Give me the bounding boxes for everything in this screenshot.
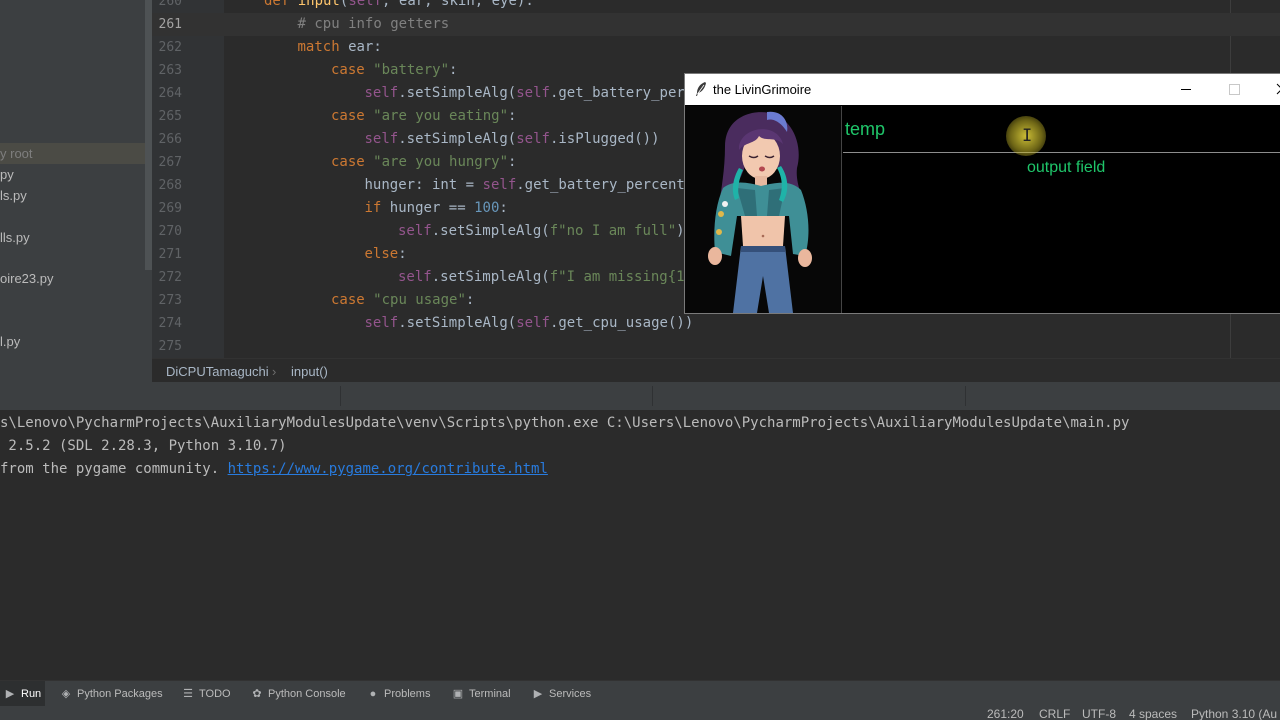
code-text: self.setSimpleAlg(f"I am missing{10	[398, 269, 694, 285]
status-bar: 261:20 CRLF UTF-8 4 spaces Python 3.10 (…	[0, 706, 1280, 720]
sidebar-scrollbar[interactable]	[145, 0, 152, 270]
maximize-icon	[1229, 84, 1240, 95]
line-number: 264	[158, 86, 182, 101]
feather-icon	[696, 82, 706, 96]
minimize-icon	[1181, 89, 1191, 90]
sidebar-item-file[interactable]: oire23.py	[0, 271, 53, 286]
tool-window-bar: ▶ Run ◈ Python Packages ☰ TODO ✿ Python Cons…	[0, 680, 1280, 707]
line-number: 266	[158, 132, 182, 147]
line-number: 273	[158, 293, 182, 308]
sidebar-item-file[interactable]: py	[0, 167, 14, 182]
line-separator[interactable]: CRLF	[1039, 707, 1070, 720]
code-line[interactable]: 260 def input(self, ear, skin, eye):	[152, 0, 1280, 13]
code-text: # cpu info getters	[297, 16, 450, 32]
maximize-button[interactable]	[1211, 74, 1257, 105]
console-line: from the pygame community. https://www.p…	[0, 461, 548, 477]
line-number: 270	[158, 224, 182, 239]
code-text: self.setSimpleAlg(f"no I am full")	[398, 223, 685, 239]
console-line: s\Lenovo\PycharmProjects\AuxiliaryModule…	[0, 415, 1130, 431]
input-text-field[interactable]: temp	[843, 106, 1280, 153]
terminal-tool-button[interactable]: ▣ Terminal	[452, 681, 511, 707]
line-number: 269	[158, 201, 182, 216]
code-text: case "are you eating":	[331, 108, 517, 124]
text-cursor-icon: I	[1022, 126, 1033, 146]
breadcrumb-method[interactable]: input()	[291, 364, 328, 379]
breadcrumb: DiCPUTamaguchi › input()	[152, 358, 1280, 383]
python-interpreter[interactable]: Python 3.10 (Au	[1191, 707, 1277, 720]
project-sidebar: y root py ls.py lls.py oire23.py l.py	[0, 0, 152, 382]
code-line[interactable]: 262 match ear:	[152, 36, 1280, 59]
window-title: the LivinGrimoire	[713, 82, 812, 97]
services-icon: ▶	[533, 688, 543, 700]
input-field-value: temp	[845, 119, 886, 139]
list-icon: ☰	[183, 688, 193, 700]
panel-divider	[841, 106, 842, 313]
todo-tool-button[interactable]: ☰ TODO	[182, 681, 231, 707]
caret-position[interactable]: 261:20	[987, 707, 1024, 720]
console-toolbar	[0, 382, 1280, 410]
run-tool-button[interactable]: ▶ Run	[0, 681, 46, 707]
output-field-label: output field	[1027, 159, 1106, 176]
python-packages-tool-button[interactable]: ◈ Python Packages	[60, 681, 163, 707]
code-text: self.setSimpleAlg(self.get_cpu_usage())	[364, 315, 694, 331]
console-line: 2.5.2 (SDL 2.28.3, Python 3.10.7)	[0, 438, 287, 454]
line-number: 263	[158, 63, 182, 78]
livingrimoire-window[interactable]: the LivinGrimoire temp output field	[684, 73, 1280, 314]
code-text: self.setSimpleAlg(self.get_battery_perc	[364, 85, 694, 101]
line-number: 265	[158, 109, 182, 124]
sidebar-item-file[interactable]: l.py	[0, 334, 20, 349]
close-icon	[1276, 83, 1280, 95]
line-number: 260	[158, 0, 182, 9]
sidebar-item-root[interactable]: y root	[0, 146, 33, 161]
code-text: else:	[364, 246, 407, 262]
sidebar-item-file[interactable]: lls.py	[0, 230, 30, 245]
window-titlebar[interactable]: the LivinGrimoire	[685, 74, 1280, 105]
line-number: 275	[158, 339, 182, 354]
close-button[interactable]	[1259, 74, 1280, 105]
python-icon: ✿	[252, 688, 262, 700]
pygame-contribute-link[interactable]: https://www.pygame.org/contribute.html	[228, 461, 548, 477]
line-number: 268	[158, 178, 182, 193]
code-text: self.setSimpleAlg(self.isPlugged())	[364, 131, 660, 147]
terminal-icon: ▣	[452, 688, 464, 700]
line-number: 262	[158, 40, 182, 55]
run-console-output[interactable]: s\Lenovo\PycharmProjects\AuxiliaryModule…	[0, 410, 1280, 680]
problems-tool-button[interactable]: ● Problems	[367, 681, 431, 707]
line-number: 267	[158, 155, 182, 170]
console-line-text: from the pygame community.	[0, 461, 228, 477]
character-portrait	[685, 106, 841, 313]
breadcrumb-separator: ›	[272, 364, 277, 379]
python-console-tool-button[interactable]: ✿ Python Console	[251, 681, 345, 707]
code-text: def input(self, ear, skin, eye):	[264, 0, 534, 9]
packages-icon: ◈	[61, 688, 71, 700]
code-text: if hunger == 100:	[364, 200, 508, 216]
code-text: hunger: int = self.get_battery_percenta	[364, 177, 694, 193]
sidebar-item-file[interactable]: ls.py	[0, 188, 27, 203]
run-icon: ▶	[5, 688, 15, 700]
indent-setting[interactable]: 4 spaces	[1129, 707, 1177, 720]
code-line[interactable]: 275	[152, 335, 1280, 358]
services-tool-button[interactable]: ▶ Services	[532, 681, 591, 707]
line-number: 272	[158, 270, 182, 285]
line-number: 274	[158, 316, 182, 331]
line-number: 271	[158, 247, 182, 262]
line-number: 261	[158, 17, 182, 32]
code-line[interactable]: 261 # cpu info getters	[152, 13, 1280, 36]
code-text: case "cpu usage":	[331, 292, 475, 308]
problems-icon: ●	[369, 688, 377, 700]
file-encoding[interactable]: UTF-8	[1082, 707, 1116, 720]
code-text: case "are you hungry":	[331, 154, 517, 170]
code-text: match ear:	[297, 39, 382, 55]
code-line[interactable]: 274 self.setSimpleAlg(self.get_cpu_usage(…	[152, 312, 1280, 335]
code-text: case "battery":	[331, 62, 458, 78]
breadcrumb-class[interactable]: DiCPUTamaguchi	[166, 364, 269, 379]
minimize-button[interactable]	[1163, 74, 1209, 105]
